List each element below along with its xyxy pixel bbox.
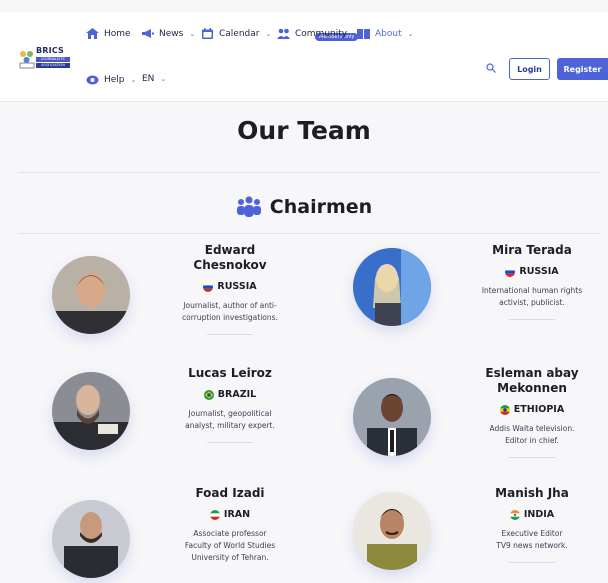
search-icon[interactable]: [486, 63, 496, 73]
member-name: Mira Terada: [492, 243, 572, 257]
member-card: Lucas Leiroz BRAZIL Journalist, geopolit…: [160, 366, 300, 443]
member-card: Esleman abay Mekonnen ETHIOPIA Addis Wal…: [462, 366, 602, 458]
member-photo: [52, 372, 130, 450]
logo-brand-text: BRICS: [36, 46, 65, 55]
login-button[interactable]: Login: [509, 58, 550, 80]
member-country-label: RUSSIA: [217, 281, 257, 292]
member-card: Mira Terada RUSSIA International human r…: [462, 243, 602, 320]
member-avatar[interactable]: [52, 500, 130, 578]
help-icon: [86, 75, 99, 85]
member-country: IRAN: [160, 509, 300, 520]
chevron-down-icon: ⌄: [130, 75, 137, 84]
member-avatar[interactable]: [353, 378, 431, 456]
logo-subtitle-2: ASSOCIATION: [36, 63, 70, 68]
chevron-down-icon: ⌄: [189, 29, 196, 38]
register-button[interactable]: Register: [557, 58, 608, 80]
india-flag-icon: [509, 509, 520, 520]
member-photo: [353, 378, 431, 456]
group-icon: [236, 196, 261, 217]
chevron-down-icon: ⌄: [407, 29, 414, 38]
nav-home[interactable]: Home: [86, 28, 131, 39]
book-icon: [357, 29, 370, 39]
member-description: International human rights activist, pub…: [481, 286, 583, 307]
member-country-label: BRAZIL: [217, 389, 257, 400]
member-country: ETHIOPIA: [462, 404, 602, 415]
language-label: EN: [142, 74, 155, 84]
member-card: Manish Jha INDIA Executive Editor TV9 ne…: [462, 486, 602, 563]
member-country: INDIA: [462, 509, 602, 520]
member-name: Edward Chesnokov: [193, 243, 267, 272]
divider: [509, 319, 555, 320]
iran-flag-icon: [209, 509, 220, 520]
nav-help-label: Help: [104, 74, 125, 85]
member-avatar[interactable]: [353, 492, 431, 570]
member-name: Esleman abay Mekonnen: [485, 366, 579, 395]
logo-mark-icon: [19, 51, 35, 69]
megaphone-icon: [142, 29, 154, 38]
section-title: Chairmen: [269, 196, 373, 218]
site-header: BRICS JOURNALISTS ASSOCIATION Home News ⌄…: [0, 12, 608, 102]
member-photo: [353, 492, 431, 570]
member-description: Associate professor Faculty of World Stu…: [184, 529, 276, 562]
divider: [18, 233, 600, 234]
nav-calendar[interactable]: Calendar ⌄: [201, 28, 271, 39]
member-photo: [52, 500, 130, 578]
chevron-down-icon: ⌄: [265, 29, 272, 38]
nav-community[interactable]: Community: [277, 28, 347, 39]
divider: [18, 172, 600, 173]
member-country-label: ETHIOPIA: [513, 404, 565, 415]
member-avatar[interactable]: [353, 248, 431, 326]
brazil-flag-icon: [203, 389, 214, 400]
divider: [207, 334, 253, 335]
member-description: Addis Walta television. Editor in chief.: [489, 424, 575, 445]
member-photo: [52, 256, 130, 334]
home-icon: [86, 28, 99, 39]
nav-news[interactable]: News ⌄: [141, 28, 195, 39]
users-icon: [277, 28, 290, 39]
member-country-label: RUSSIA: [519, 266, 559, 277]
member-country: RUSSIA: [160, 281, 300, 292]
member-card: Foad Izadi IRAN Associate professor Facu…: [160, 486, 300, 564]
divider: [207, 442, 253, 443]
member-country-label: INDIA: [523, 509, 555, 520]
russia-flag-icon: [505, 266, 516, 277]
logo-subtitle-1: JOURNALISTS: [36, 57, 70, 62]
member-country: RUSSIA: [462, 266, 602, 277]
member-description: Journalist, geopolitical analyst, milita…: [185, 409, 275, 430]
member-photo: [353, 248, 431, 326]
member-name: Lucas Leiroz: [188, 366, 272, 380]
member-card: Edward Chesnokov RUSSIA Journalist, auth…: [160, 243, 300, 335]
member-avatar[interactable]: [52, 372, 130, 450]
nav-news-label: News: [159, 28, 184, 39]
member-description: Executive Editor TV9 news network.: [496, 529, 568, 550]
language-selector[interactable]: EN ⌄: [142, 74, 166, 84]
member-avatar[interactable]: [52, 256, 130, 334]
nav-about[interactable]: About ⌄: [357, 28, 413, 39]
divider: [509, 562, 555, 563]
page-title: Our Team: [237, 116, 371, 145]
section-heading: Chairmen: [0, 196, 608, 218]
chevron-down-icon: ⌄: [160, 75, 167, 83]
nav-home-label: Home: [104, 28, 131, 39]
calendar-icon: [202, 28, 213, 39]
divider: [509, 457, 555, 458]
member-country-label: IRAN: [223, 509, 251, 520]
nav-about-label: About: [375, 28, 402, 39]
member-name: Manish Jha: [495, 486, 569, 500]
russia-flag-icon: [203, 281, 214, 292]
member-description: Journalist, author of anti- corruption i…: [182, 301, 278, 322]
member-name: Foad Izadi: [195, 486, 265, 500]
member-country: BRAZIL: [160, 389, 300, 400]
nav-calendar-label: Calendar: [219, 28, 260, 39]
ethiopia-flag-icon: [499, 404, 510, 415]
nav-community-label: Community: [295, 28, 348, 39]
nav-help[interactable]: Help ⌄: [86, 74, 136, 85]
site-logo[interactable]: BRICS JOURNALISTS ASSOCIATION: [18, 45, 76, 73]
